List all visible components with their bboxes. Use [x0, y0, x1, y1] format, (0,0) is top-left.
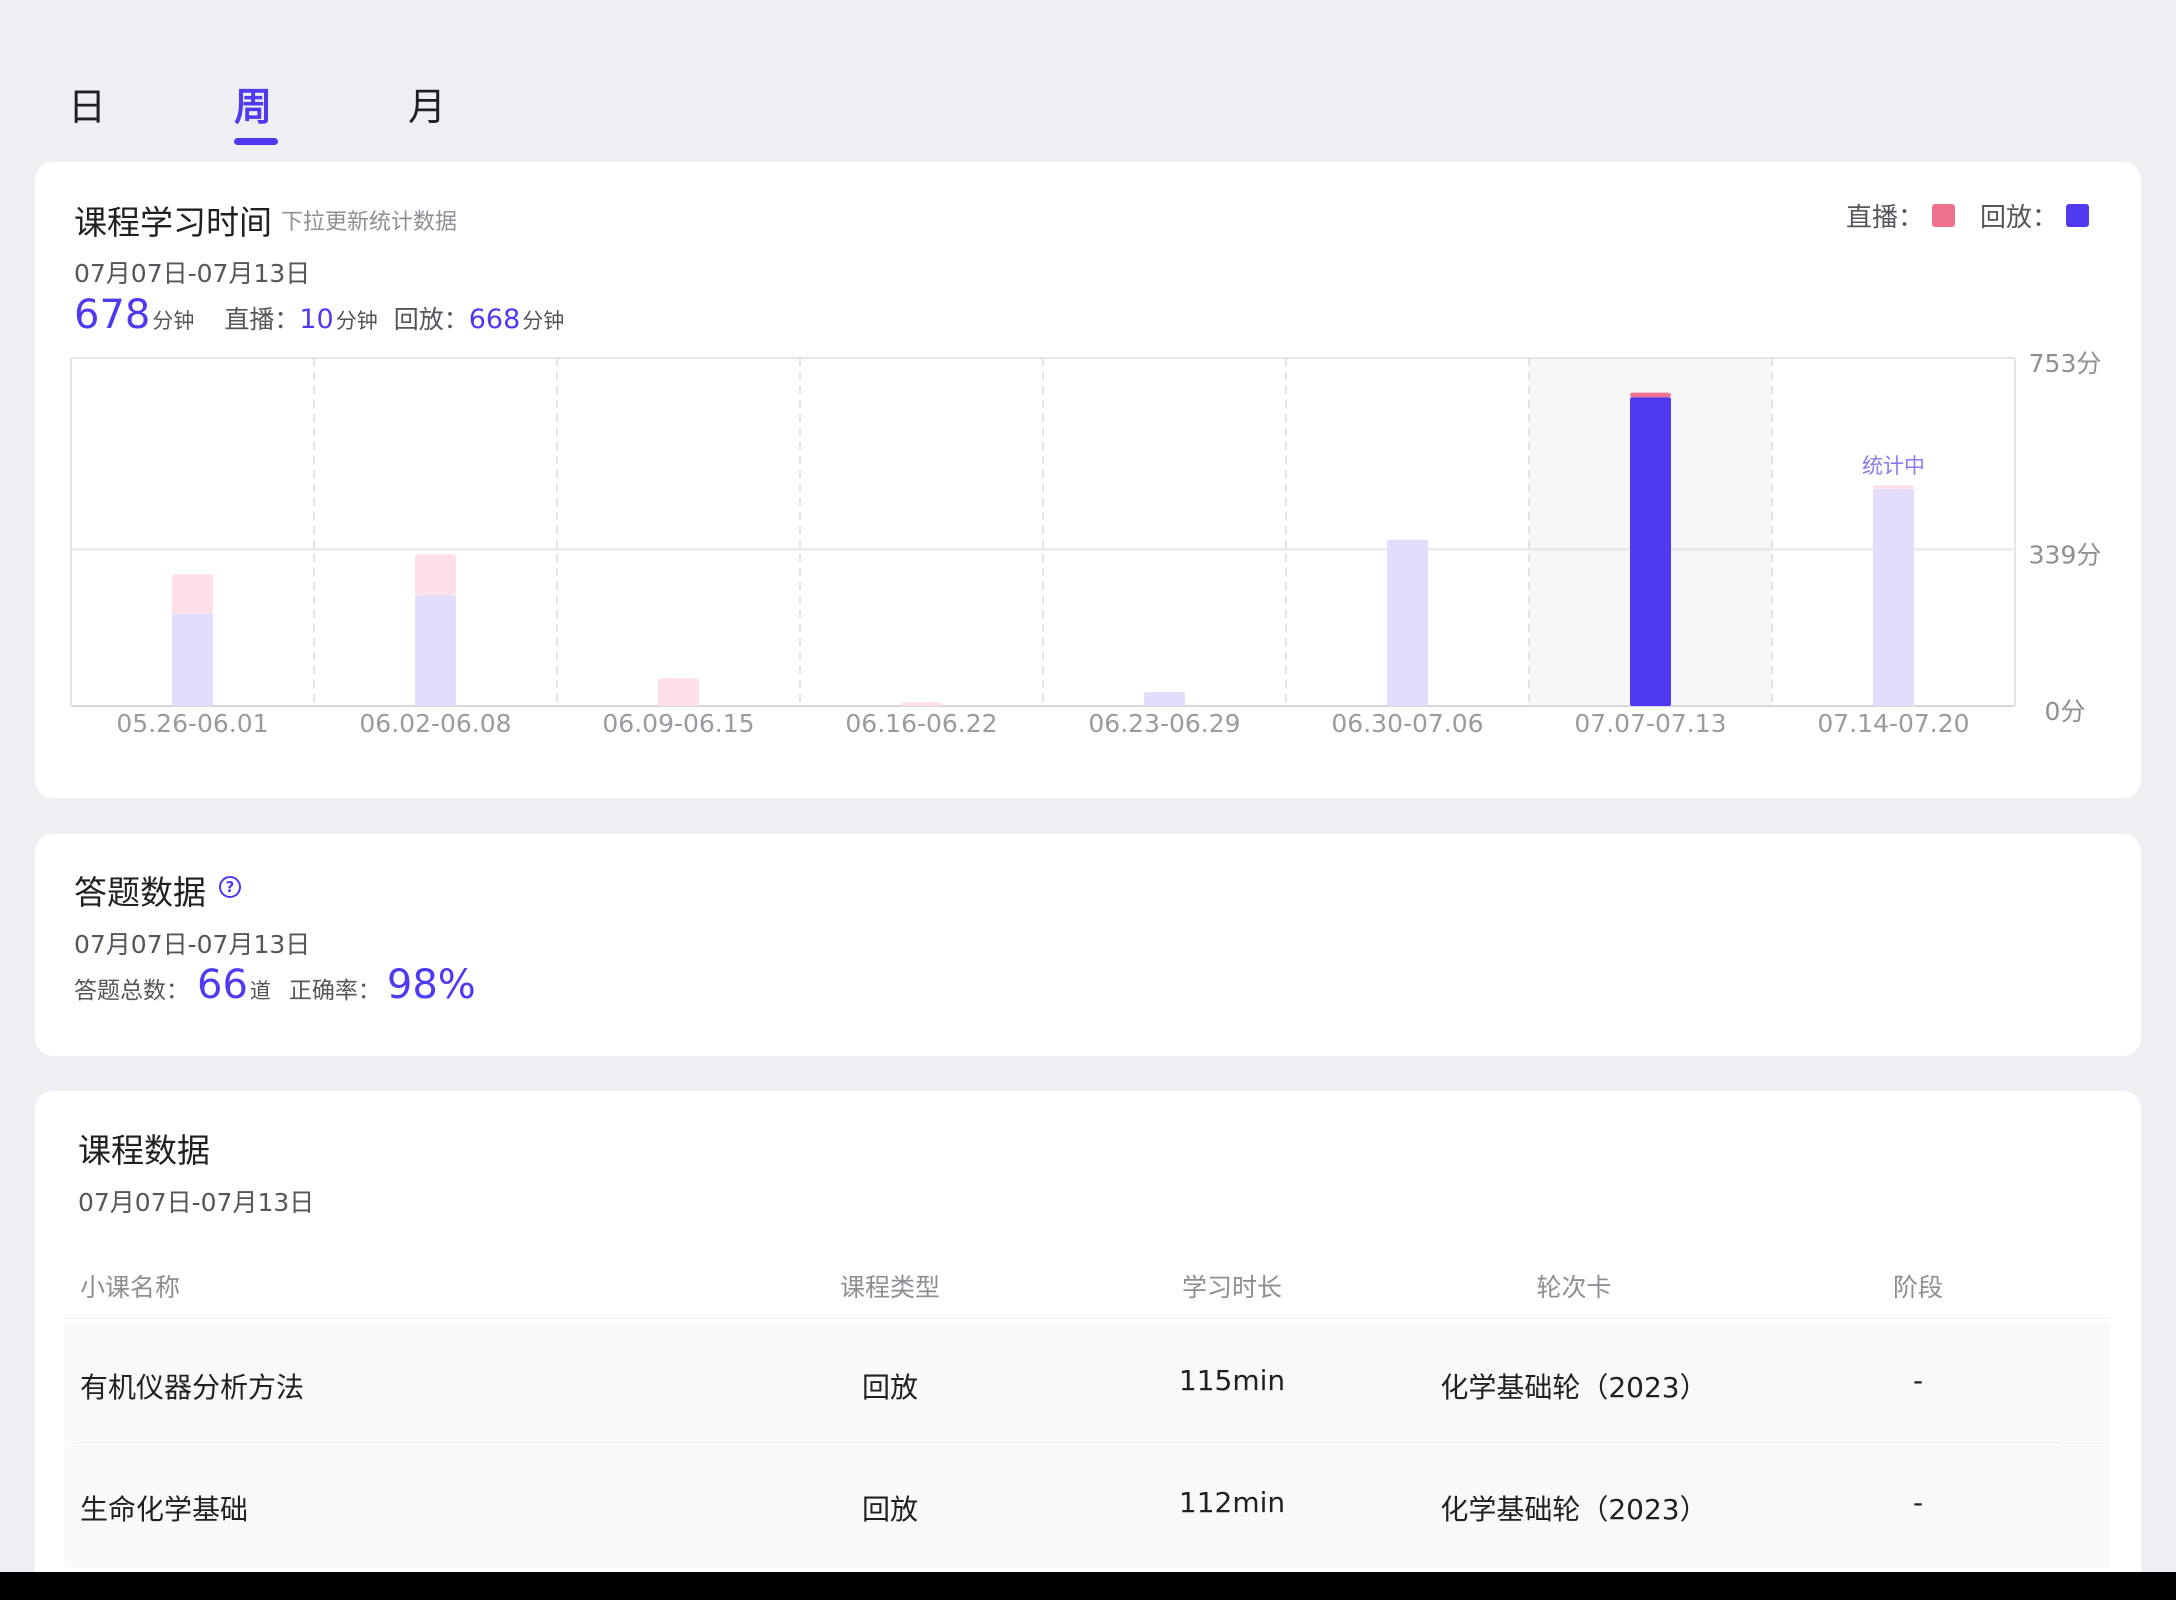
help-icon[interactable]: ?	[219, 876, 241, 898]
answers-total-value: 66	[197, 962, 248, 1008]
y-tick-label: 339分	[2029, 540, 2102, 569]
x-tick-label: 07.14-07.20	[1817, 709, 1969, 738]
bar-replay	[1387, 539, 1428, 706]
answers-title: 答题数据	[74, 873, 206, 912]
row-course-type: 回放	[861, 1371, 918, 1404]
accuracy-label: 正确率：	[288, 978, 381, 1004]
header-course-type: 课程类型	[839, 1273, 940, 1302]
x-tick-label: 06.09-06.15	[602, 709, 754, 738]
header-divider	[65, 1318, 2110, 1319]
courses-title: 课程数据	[78, 1131, 210, 1170]
row-course-name: 生命化学基础	[80, 1493, 249, 1526]
row-divider	[80, 1442, 2060, 1443]
table-row[interactable]	[65, 1322, 2110, 1444]
bottom-bar	[0, 1572, 2176, 1600]
accuracy-value: 98%	[386, 962, 476, 1008]
table-row[interactable]	[65, 1445, 2110, 1567]
header-duration: 学习时长	[1181, 1273, 1282, 1302]
bar-live	[172, 574, 213, 614]
header-round: 轮次卡	[1536, 1273, 1612, 1302]
x-tick-label: 07.07-07.13	[1574, 709, 1726, 738]
row-round: 化学基础轮（2023）	[1440, 1493, 1708, 1526]
answers-card	[35, 834, 2141, 1056]
bar-live	[901, 702, 942, 706]
courses-date-range: 07月07日-07月13日	[78, 1188, 315, 1217]
answers-total-label: 答题总数：	[74, 978, 189, 1004]
row-course-type: 回放	[861, 1493, 918, 1526]
in-progress-label: 统计中	[1862, 454, 1925, 478]
bar-replay	[415, 595, 456, 706]
bar-live	[658, 678, 699, 706]
x-tick-label: 05.26-06.01	[116, 709, 268, 738]
bar-replay	[172, 613, 213, 706]
bar-live	[1630, 392, 1671, 398]
x-tick-label: 06.30-07.06	[1331, 709, 1483, 738]
row-course-name: 有机仪器分析方法	[80, 1371, 305, 1404]
y-tick-label: 753分	[2029, 349, 2102, 378]
answers-summary: 答题总数： 66 道 正确率： 98%	[74, 962, 476, 1008]
y-tick-label: 0分	[2045, 697, 2086, 726]
x-tick-label: 06.16-06.22	[845, 709, 997, 738]
bar-replay	[1144, 692, 1185, 706]
row-round: 化学基础轮（2023）	[1440, 1371, 1708, 1404]
bar-live	[1873, 485, 1914, 489]
x-tick-label: 06.23-06.29	[1088, 709, 1240, 738]
row-stage: -	[1912, 1364, 1924, 1397]
answers-total-unit: 道	[249, 979, 271, 1003]
header-course-name: 小课名称	[80, 1273, 181, 1302]
header-stage: 阶段	[1892, 1273, 1943, 1302]
row-duration: 112min	[1178, 1486, 1286, 1519]
row-stage: -	[1912, 1486, 1924, 1519]
answers-date-range: 07月07日-07月13日	[74, 930, 311, 959]
row-duration: 115min	[1178, 1364, 1286, 1397]
x-tick-label: 06.02-06.08	[359, 709, 511, 738]
bar-replay	[1630, 397, 1671, 706]
study-time-chart: 753分 339分 0分 05.26-06.01 06.02-06.08 06.09-06…	[70, 349, 2102, 738]
bar-replay	[1873, 488, 1914, 706]
bar-live	[415, 554, 456, 596]
